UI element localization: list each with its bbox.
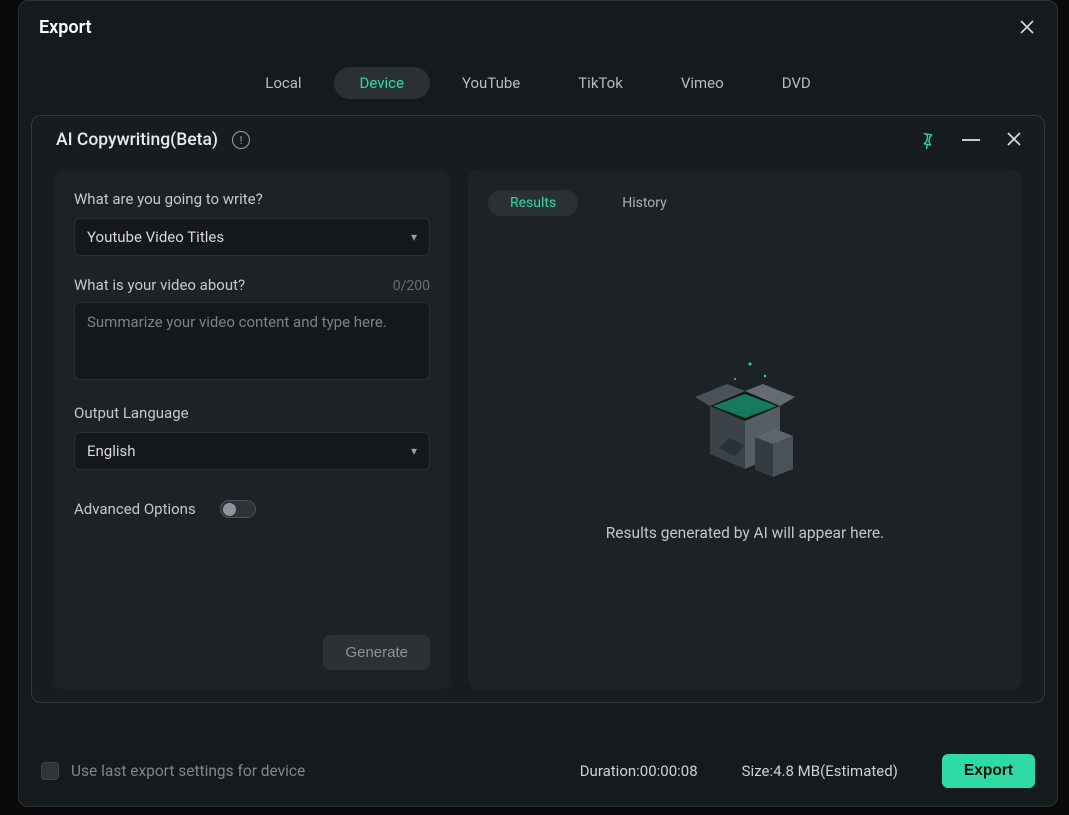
- use-last-settings-label: Use last export settings for device: [71, 762, 305, 780]
- result-tabs: Results History: [488, 190, 1002, 216]
- ai-copywriting-panel: AI Copywriting(Beta) ! What are you goin…: [31, 115, 1045, 703]
- about-textarea[interactable]: [74, 302, 430, 380]
- language-label: Output Language: [74, 404, 430, 422]
- advanced-options-label: Advanced Options: [74, 500, 196, 518]
- use-last-settings-checkbox[interactable]: [41, 762, 59, 780]
- tab-local[interactable]: Local: [239, 67, 327, 99]
- dialog-footer: Use last export settings for device Dura…: [19, 724, 1057, 806]
- chevron-down-icon: ▾: [411, 444, 417, 458]
- about-label: What is your video about?: [74, 276, 245, 294]
- tab-dvd[interactable]: DVD: [756, 67, 837, 99]
- close-button[interactable]: [1015, 15, 1039, 39]
- results-tab[interactable]: Results: [488, 190, 578, 216]
- history-tab[interactable]: History: [600, 190, 689, 216]
- generate-button[interactable]: Generate: [323, 635, 430, 670]
- chevron-down-icon: ▾: [411, 230, 417, 244]
- results-empty-text: Results generated by AI will appear here…: [606, 524, 885, 542]
- export-button[interactable]: Export: [942, 754, 1035, 788]
- info-icon[interactable]: !: [232, 131, 250, 149]
- minimize-icon: [962, 139, 980, 141]
- tab-vimeo[interactable]: Vimeo: [655, 67, 750, 99]
- export-tabs: Local Device YouTube TikTok Vimeo DVD: [19, 49, 1057, 105]
- ai-form-column: What are you going to write? Youtube Vid…: [54, 170, 450, 690]
- close-icon: [1019, 19, 1035, 35]
- dialog-header: Export: [19, 1, 1057, 49]
- write-label: What are you going to write?: [74, 190, 430, 208]
- write-type-select[interactable]: Youtube Video Titles ▾: [74, 218, 430, 256]
- duration-info: Duration:00:00:08: [580, 762, 698, 780]
- tab-device[interactable]: Device: [334, 67, 430, 99]
- pin-icon[interactable]: [918, 131, 936, 149]
- size-info: Size:4.8 MB(Estimated): [742, 762, 898, 780]
- ai-results-column: Results History: [468, 170, 1022, 690]
- results-empty-state: Results generated by AI will appear here…: [488, 216, 1002, 670]
- write-type-value: Youtube Video Titles: [87, 228, 224, 246]
- ai-panel-header: AI Copywriting(Beta) !: [32, 116, 1044, 158]
- language-select[interactable]: English ▾: [74, 432, 430, 470]
- close-icon: [1006, 131, 1022, 147]
- ai-panel-title: AI Copywriting(Beta): [56, 130, 218, 150]
- export-dialog: Export Local Device YouTube TikTok Vimeo…: [18, 0, 1058, 807]
- language-value: English: [87, 442, 136, 460]
- advanced-options-toggle[interactable]: [220, 500, 256, 518]
- ai-panel-body: What are you going to write? Youtube Vid…: [32, 158, 1044, 690]
- open-box-icon: [665, 344, 825, 494]
- tab-tiktok[interactable]: TikTok: [552, 67, 649, 99]
- dialog-title: Export: [39, 17, 92, 38]
- ai-close-button[interactable]: [1006, 131, 1024, 149]
- about-char-counter: 0/200: [393, 278, 430, 294]
- minimize-button[interactable]: [962, 139, 980, 141]
- tab-youtube[interactable]: YouTube: [436, 67, 546, 99]
